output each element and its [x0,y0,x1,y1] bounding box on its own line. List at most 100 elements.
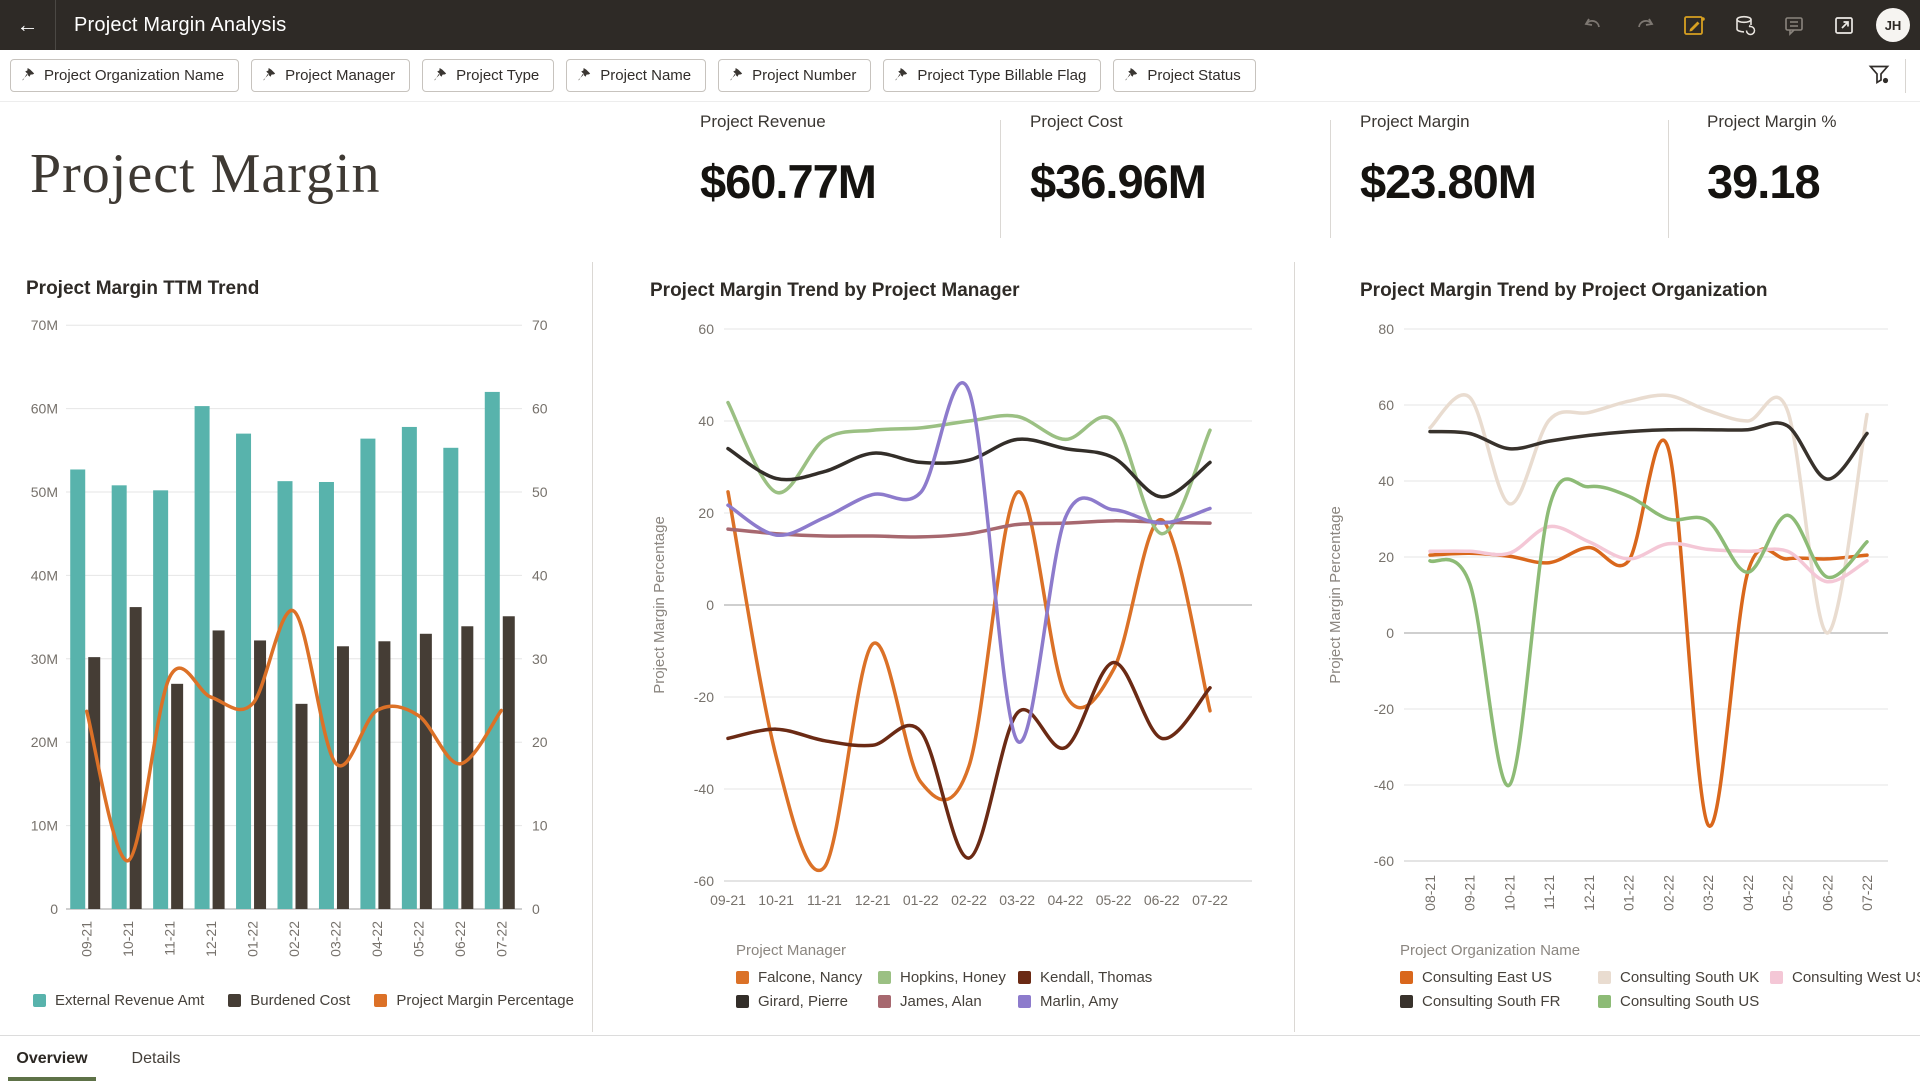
svg-text:03-22: 03-22 [327,921,343,957]
chip-label: Project Name [600,67,691,84]
svg-text:03-22: 03-22 [1700,875,1716,911]
svg-text:-60: -60 [694,873,714,889]
svg-text:20: 20 [1378,549,1394,565]
svg-text:11-21: 11-21 [162,921,178,956]
filter-chip-project-number[interactable]: Project Number [718,59,871,92]
legend-item[interactable]: Girard, Pierre [736,993,878,1010]
divider [1294,262,1295,1032]
svg-text:02-22: 02-22 [1660,875,1676,911]
chart2-title: Project Margin Trend by Project Manager [650,280,1020,302]
legend-item[interactable]: External Revenue Amt [33,992,204,1009]
back-button[interactable]: ← [0,0,56,50]
filter-chip-project-manager[interactable]: Project Manager [251,59,410,92]
legend-item[interactable]: Hopkins, Honey [878,969,1018,986]
pin-icon [262,68,277,83]
legend-item[interactable]: Marlin, Amy [1018,993,1152,1010]
avatar[interactable]: JH [1876,8,1910,42]
svg-text:10-21: 10-21 [120,921,136,957]
tab-overview[interactable]: Overview [8,1036,96,1081]
data-refresh-icon[interactable] [1726,7,1762,43]
legend-item[interactable]: Kendall, Thomas [1018,969,1152,986]
edit-icon[interactable] [1676,7,1712,43]
chart2-legend: Project Manager Falcone, NancyHopkins, H… [736,942,1152,1010]
combo-chart-project-margin-ttm-trend[interactable]: 0010M1020M2030M3040M4050M5060M6070M7009-… [14,304,580,984]
svg-text:02-22: 02-22 [286,921,302,957]
bar-burdened-cost [296,704,308,909]
svg-text:05-22: 05-22 [410,921,426,957]
legend-item[interactable]: Consulting East US [1400,969,1598,986]
svg-text:0: 0 [532,901,540,917]
divider [1668,120,1669,238]
line-chart-project-margin-by-manager[interactable]: 6040200-20-40-60Project Margin Percentag… [640,304,1285,932]
legend-item[interactable]: James, Alan [878,993,1018,1010]
bar-external-revenue-amt [443,448,458,909]
filter-chip-project-type[interactable]: Project Type [422,59,554,92]
filter-chip-project-organization-name[interactable]: Project Organization Name [10,59,239,92]
tab-label: Details [132,1050,181,1068]
legend-label: Kendall, Thomas [1040,969,1152,986]
tab-label: Overview [16,1050,87,1068]
svg-text:-20: -20 [694,689,714,705]
filter-funnel-icon[interactable] [1867,62,1891,91]
kpi-value: $60.77M [700,154,1000,209]
redo-icon[interactable] [1626,7,1662,43]
svg-text:02-22: 02-22 [951,892,987,908]
filter-chip-project-status[interactable]: Project Status [1113,59,1255,92]
legend-title: Project Manager [736,942,1152,959]
legend-swatch [878,995,891,1008]
legend-swatch [1770,971,1783,984]
bar-burdened-cost [378,641,390,909]
svg-text:09-21: 09-21 [1462,875,1478,911]
svg-text:40: 40 [698,413,714,429]
legend-item[interactable]: Project Margin Percentage [374,992,574,1009]
line-consulting-south-us [1430,479,1867,786]
chip-label: Project Type [456,67,539,84]
line-project-margin-percentage [87,610,502,860]
legend-item[interactable]: Consulting South UK [1598,969,1770,986]
bar-burdened-cost [503,616,515,909]
legend-swatch [1400,995,1413,1008]
legend-item[interactable]: Consulting West US [1770,969,1920,986]
legend-swatch [1598,971,1611,984]
bar-external-revenue-amt [195,406,210,909]
svg-text:12-21: 12-21 [203,921,219,957]
open-in-new-icon[interactable] [1826,7,1862,43]
svg-text:0: 0 [50,901,58,917]
svg-text:70M: 70M [31,317,58,333]
svg-text:01-22: 01-22 [903,892,939,908]
legend-label: Consulting South FR [1422,993,1560,1010]
legend-label: Consulting South US [1620,993,1759,1010]
legend-title: Project Organization Name [1400,942,1920,959]
line-falcone-nancy [728,492,1210,871]
kpi-label: Project Margin [1360,112,1660,132]
legend-item[interactable]: Consulting South FR [1400,993,1598,1010]
svg-text:70: 70 [532,317,548,333]
svg-text:07-22: 07-22 [1859,875,1875,911]
bar-burdened-cost [130,607,142,909]
legend-label: Burdened Cost [250,992,350,1009]
svg-text:09-21: 09-21 [79,921,95,957]
pin-icon [894,68,909,83]
legend-item[interactable]: Burdened Cost [228,992,350,1009]
line-chart-project-margin-by-organization[interactable]: 806040200-20-40-60Project Margin Percent… [1316,304,1916,964]
kpi-label: Project Cost [1030,112,1330,132]
tab-details[interactable]: Details [126,1036,186,1081]
bar-external-revenue-amt [236,434,251,909]
undo-icon[interactable] [1576,7,1612,43]
svg-text:05-22: 05-22 [1096,892,1132,908]
chip-label: Project Organization Name [44,67,224,84]
page-title: Project Margin Analysis [74,14,286,37]
legend-item[interactable]: Consulting South US [1598,993,1770,1010]
comment-icon[interactable] [1776,7,1812,43]
legend-label: Marlin, Amy [1040,993,1118,1010]
svg-text:04-22: 04-22 [1740,875,1756,911]
svg-text:08-21: 08-21 [1422,875,1438,911]
legend-item[interactable]: Falcone, Nancy [736,969,878,986]
filter-chip-project-name[interactable]: Project Name [566,59,706,92]
svg-text:60: 60 [532,401,548,417]
divider [1330,120,1331,238]
kpi-project-revenue: Project Revenue $60.77M [700,112,1000,209]
line-marlin-amy [728,383,1210,742]
filter-chip-project-type-billable-flag[interactable]: Project Type Billable Flag [883,59,1101,92]
svg-text:40M: 40M [31,567,58,583]
